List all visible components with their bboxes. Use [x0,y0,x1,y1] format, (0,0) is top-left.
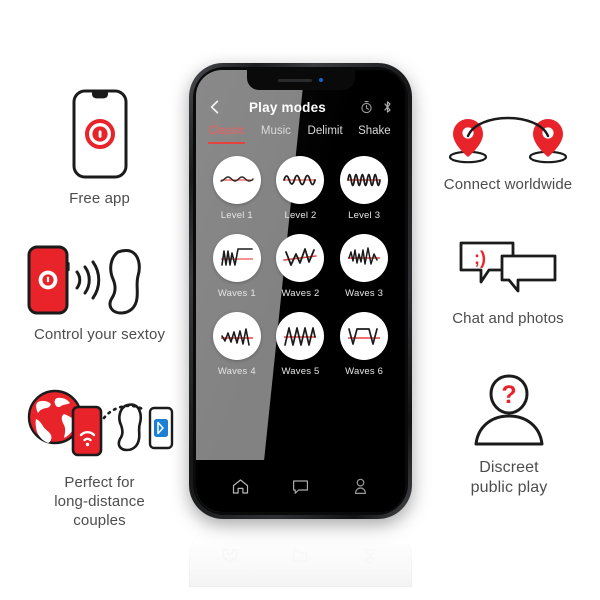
wave-zigzag-flat-icon[interactable] [212,234,261,282]
feature-connect-worldwide: Connect worldwide [432,110,584,195]
front-camera-dot-icon [319,78,323,82]
phone-reflection [189,523,412,593]
reflection-chat-icon [291,547,309,565]
red-phone-signal-to-toy-icon [26,244,174,316]
mode-item[interactable]: Waves 3 [332,234,396,299]
app-bar: Play modes [196,94,405,120]
phone-with-lock-badge-icon [71,88,129,180]
mode-item[interactable]: Level 1 [205,156,269,221]
wave-plateau-icon[interactable] [340,312,389,360]
feature-caption: Control your sextoy [33,326,166,343]
bluetooth-icon[interactable] [381,100,394,114]
reflection-person-icon [361,547,379,565]
two-speech-bubbles-wink-icon: ;) [452,238,564,300]
mode-label: Waves 2 [281,288,320,299]
mode-label: Waves 6 [345,366,384,377]
mode-item[interactable]: Waves 5 [269,312,333,377]
reflection-body [189,523,412,587]
mode-label: Level 3 [348,210,381,221]
mode-label: Waves 3 [345,288,384,299]
wave-spike-cluster-icon[interactable] [340,234,389,282]
mode-item[interactable]: Waves 6 [332,312,396,377]
phone-mockup: Play modes Classic Music Delimit Shake L… [189,63,412,519]
mode-label: Waves 1 [217,288,256,299]
play-mode-grid: Level 1 Level 2 Level 3 Waves 1 Waves 2 … [196,156,405,377]
mode-item[interactable]: Level 3 [332,156,396,221]
mode-label: Level 1 [220,210,253,221]
tab-music[interactable]: Music [251,125,300,144]
feature-caption: Discreet public play [470,459,548,496]
phone-screen: Play modes Classic Music Delimit Shake L… [196,70,405,512]
mode-item[interactable]: Waves 4 [205,312,269,377]
wave-triangle-burst-icon[interactable] [276,312,325,360]
poster-stage: Free app Control your sextoy Perfect for… [0,0,600,600]
feature-caption: Chat and photos [452,310,564,327]
feature-long-distance: Perfect for long-distance couples [18,388,181,530]
phone-notch [246,70,355,90]
chevron-left-icon[interactable] [207,99,223,115]
bottom-nav [196,460,405,512]
home-icon[interactable] [231,477,250,496]
reflection-home-icon [221,547,239,565]
wave-sine-medium-icon[interactable] [276,156,325,204]
two-map-pins-arc-icon [444,110,572,166]
feature-discreet-public-play: ? Discreet public play [436,372,582,498]
tab-classic[interactable]: Classic [202,125,251,144]
feature-caption: Free app [69,190,130,207]
svg-text:?: ? [501,381,516,409]
speaker-slot-icon [278,78,312,82]
mode-tabs: Classic Music Delimit Shake [196,125,405,149]
page-title: Play modes [248,99,327,115]
anonymous-person-question-icon: ? [470,372,548,448]
tab-delimit[interactable]: Delimit [301,125,350,144]
svg-text:;): ;) [474,248,486,268]
chat-bubble-icon[interactable] [291,477,310,496]
wave-peaks-icon[interactable] [276,234,325,282]
feature-control-sextoy: Control your sextoy [18,244,181,345]
tab-shake[interactable]: Shake [350,125,399,144]
mode-item[interactable]: Level 2 [269,156,333,221]
wave-sine-low-icon[interactable] [212,156,261,204]
mode-label: Waves 4 [217,366,256,377]
wave-ramp-zigzag-icon[interactable] [212,312,261,360]
mode-item[interactable]: Waves 2 [269,234,333,299]
mode-label: Waves 5 [281,366,320,377]
feature-caption: Perfect for long-distance couples [54,474,145,529]
mode-item[interactable]: Waves 1 [205,234,269,299]
wave-sine-high-icon[interactable] [340,156,389,204]
mode-label: Level 2 [284,210,317,221]
globe-phone-toy-bluetooth-icon [24,388,176,464]
person-icon[interactable] [351,477,370,496]
app-ui: Play modes Classic Music Delimit Shake L… [196,70,405,512]
feature-free-app: Free app [33,88,166,209]
timer-icon[interactable] [360,100,373,114]
feature-chat-photos: ;) Chat and photos [432,238,584,329]
feature-caption: Connect worldwide [443,176,573,193]
